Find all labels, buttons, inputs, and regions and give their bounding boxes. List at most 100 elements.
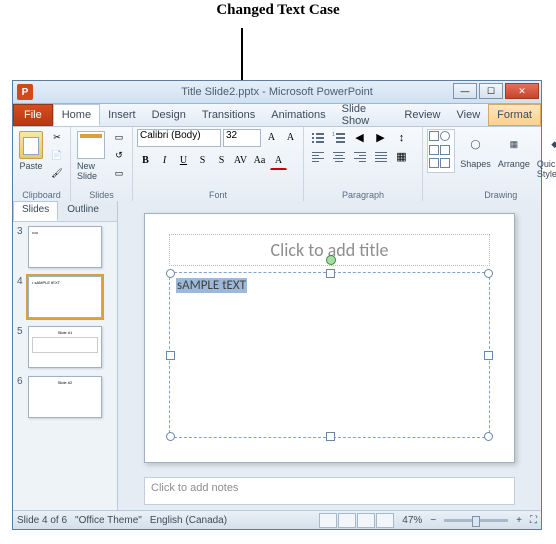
font-color-button[interactable]: A bbox=[270, 152, 287, 170]
sorter-view-button[interactable] bbox=[338, 513, 356, 528]
zoom-level[interactable]: 47% bbox=[402, 515, 422, 526]
change-case-button[interactable]: Aa bbox=[251, 152, 268, 169]
spacing-button[interactable]: AV bbox=[232, 152, 249, 169]
titlebar: P Title Slide2.pptx - Microsoft PowerPoi… bbox=[13, 81, 541, 104]
layout-button[interactable]: ▭ bbox=[110, 129, 128, 145]
tab-home[interactable]: Home bbox=[53, 104, 100, 126]
language-button[interactable]: English (Canada) bbox=[150, 515, 227, 526]
group-clipboard: Paste ✂ 📄 🖌 Clipboard bbox=[13, 127, 71, 201]
align-center-button[interactable] bbox=[329, 148, 348, 165]
bullets-button[interactable] bbox=[308, 129, 327, 146]
thumb-num: 4 bbox=[17, 276, 25, 287]
svg-text:1: 1 bbox=[332, 132, 335, 138]
font-size-select[interactable]: 32 bbox=[223, 129, 261, 147]
tab-view[interactable]: View bbox=[449, 104, 489, 126]
shapes-gallery[interactable] bbox=[427, 129, 455, 173]
thumbnail-4[interactable]: • sAMPLE tEXT bbox=[28, 276, 102, 318]
quick-styles-button[interactable]: ◆ Quick Styles bbox=[535, 129, 556, 181]
resize-handle[interactable] bbox=[166, 351, 175, 360]
paragraph-label: Paragraph bbox=[308, 189, 418, 201]
drawing-label: Drawing bbox=[427, 189, 556, 201]
thumbnail-5[interactable]: Slide #1 bbox=[28, 326, 102, 368]
section-button[interactable]: ▭ bbox=[110, 165, 128, 181]
tab-slideshow[interactable]: Slide Show bbox=[334, 104, 397, 126]
outline-subtab[interactable]: Outline bbox=[58, 201, 108, 221]
theme-name: "Office Theme" bbox=[75, 515, 142, 526]
slideshow-view-button[interactable] bbox=[376, 513, 394, 528]
rotate-handle[interactable] bbox=[326, 255, 336, 265]
tab-insert[interactable]: Insert bbox=[100, 104, 144, 126]
columns-button[interactable]: ▦ bbox=[392, 148, 411, 165]
content-placeholder[interactable]: sAMPLE tEXT bbox=[169, 272, 490, 438]
tab-transitions[interactable]: Transitions bbox=[194, 104, 263, 126]
thumbnails: 3•oo 4• sAMPLE tEXT 5Slide #1 6Slide #2 bbox=[13, 222, 117, 511]
grow-font-button[interactable]: A bbox=[263, 129, 280, 146]
ribbon-tabs: File Home Insert Design Transitions Anim… bbox=[13, 104, 541, 127]
resize-handle[interactable] bbox=[484, 432, 493, 441]
left-pane: Slides Outline 3•oo 4• sAMPLE tEXT 5Slid… bbox=[13, 201, 118, 511]
thumbnail-6[interactable]: Slide #2 bbox=[28, 376, 102, 418]
tab-design[interactable]: Design bbox=[144, 104, 194, 126]
tab-animations[interactable]: Animations bbox=[263, 104, 333, 126]
new-slide-button[interactable]: New Slide bbox=[75, 129, 107, 183]
tab-format[interactable]: Format bbox=[488, 104, 541, 126]
slide-counter: Slide 4 of 6 bbox=[17, 515, 67, 526]
quick-styles-icon: ◆ bbox=[542, 131, 556, 157]
line-spacing-button[interactable]: ↕ bbox=[392, 129, 411, 146]
zoom-slider[interactable] bbox=[444, 519, 508, 522]
shapes-l: Shapes bbox=[460, 159, 491, 169]
close-button[interactable]: ✕ bbox=[505, 83, 539, 99]
cut-button[interactable]: ✂ bbox=[48, 129, 66, 145]
numbering-button[interactable]: 1 bbox=[329, 129, 348, 146]
reading-view-button[interactable] bbox=[357, 513, 375, 528]
thumbnail-3[interactable]: •oo bbox=[28, 226, 102, 268]
zoom-out-button[interactable]: − bbox=[430, 515, 436, 526]
increase-indent-button[interactable]: ▶ bbox=[371, 129, 390, 146]
shapes-button[interactable]: ◯ Shapes bbox=[458, 129, 493, 171]
align-left-button[interactable] bbox=[308, 148, 327, 165]
slide-canvas: Click to add title sAMPLE tEXT C bbox=[118, 201, 541, 511]
reset-button[interactable]: ↺ bbox=[110, 147, 128, 163]
thumb-num: 6 bbox=[17, 376, 25, 387]
strike-button[interactable]: S bbox=[194, 152, 211, 169]
slide[interactable]: Click to add title sAMPLE tEXT bbox=[144, 213, 515, 463]
fit-button[interactable]: ⛶ bbox=[530, 515, 537, 526]
paste-button[interactable]: Paste bbox=[17, 129, 45, 173]
slides-subtab[interactable]: Slides bbox=[13, 201, 58, 221]
format-painter-button[interactable]: 🖌 bbox=[48, 165, 66, 181]
arrange-button[interactable]: ▦ Arrange bbox=[496, 129, 532, 171]
sample-text[interactable]: sAMPLE tEXT bbox=[176, 278, 247, 293]
resize-handle[interactable] bbox=[484, 351, 493, 360]
tab-review[interactable]: Review bbox=[396, 104, 448, 126]
arrange-icon: ▦ bbox=[501, 131, 527, 157]
italic-button[interactable]: I bbox=[156, 152, 173, 169]
shrink-font-button[interactable]: A bbox=[282, 129, 299, 146]
file-tab[interactable]: File bbox=[13, 104, 53, 126]
justify-button[interactable] bbox=[371, 148, 390, 165]
shapes-icon: ◯ bbox=[463, 131, 489, 157]
minimize-button[interactable]: — bbox=[453, 83, 477, 99]
align-right-button[interactable] bbox=[350, 148, 369, 165]
statusbar: Slide 4 of 6 "Office Theme" English (Can… bbox=[13, 510, 541, 529]
shadow-button[interactable]: S bbox=[213, 152, 230, 169]
bold-button[interactable]: B bbox=[137, 152, 154, 169]
normal-view-button[interactable] bbox=[319, 513, 337, 528]
ribbon: Paste ✂ 📄 🖌 Clipboard New Slide bbox=[13, 127, 541, 202]
thumb-num: 3 bbox=[17, 226, 25, 237]
copy-button[interactable]: 📄 bbox=[48, 147, 66, 163]
font-name-select[interactable]: Calibri (Body) bbox=[137, 129, 221, 147]
paste-icon bbox=[19, 131, 43, 159]
decrease-indent-button[interactable]: ◀ bbox=[350, 129, 369, 146]
resize-handle[interactable] bbox=[326, 432, 335, 441]
new-slide-label: New Slide bbox=[77, 161, 105, 181]
maximize-button[interactable]: ☐ bbox=[479, 83, 503, 99]
zoom-in-button[interactable]: + bbox=[516, 515, 522, 526]
resize-handle[interactable] bbox=[166, 269, 175, 278]
notes-pane[interactable]: Click to add notes bbox=[144, 477, 515, 505]
annotation-label: Changed Text Case bbox=[0, 2, 556, 19]
resize-handle[interactable] bbox=[326, 269, 335, 278]
resize-handle[interactable] bbox=[484, 269, 493, 278]
slides-label: Slides bbox=[75, 189, 128, 201]
underline-button[interactable]: U bbox=[175, 152, 192, 169]
resize-handle[interactable] bbox=[166, 432, 175, 441]
